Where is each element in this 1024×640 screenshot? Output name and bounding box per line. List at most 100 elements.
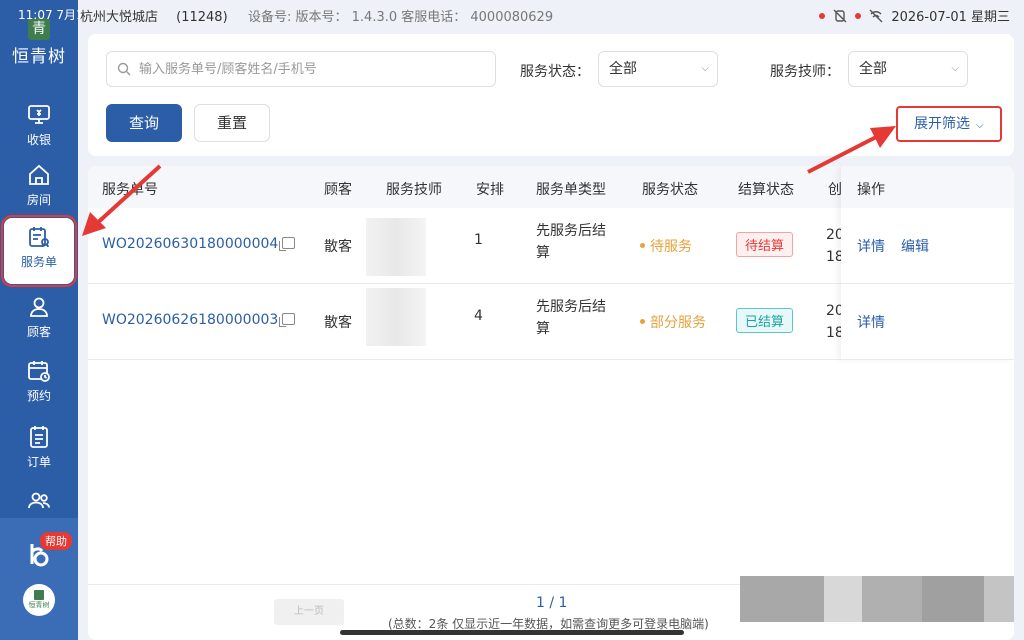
technician-select-value: 全部 (859, 61, 887, 77)
status-badge: 待结算 (736, 232, 794, 257)
sidebar-item-customer[interactable]: 顾客 (4, 288, 74, 354)
technician-redacted (366, 218, 426, 276)
sidebar-item-label: 服务单 (20, 255, 57, 269)
mute-icon (833, 9, 847, 22)
detail-link[interactable]: 详情 (857, 312, 885, 332)
status-bar: 11:07 7月1 杭州大悦城店 (11248) 设备号: 版本号： 1.4.3… (0, 0, 1024, 30)
expand-filter-button[interactable]: 展开筛选 ⌵ (896, 106, 1002, 142)
status-cell: 部分服务 (640, 312, 706, 332)
sidebar-item-label: 预约 (26, 389, 51, 403)
status-dot (640, 243, 645, 248)
type-cell: 先服务后结算 (536, 296, 606, 340)
status-dot (640, 319, 645, 324)
staff-icon (28, 492, 50, 509)
service-order-table: 服务单号 顾客 服务技师 安排 服务单类型 服务状态 结算状态 创 WO2026… (88, 166, 1014, 640)
customer-icon (30, 297, 48, 317)
cashier-icon (28, 105, 50, 124)
sidebar-item-appointment[interactable]: 预约 (4, 352, 74, 418)
technician-redacted (366, 288, 426, 346)
redacted-block (740, 576, 824, 622)
brand-name: 恒青树 (12, 47, 66, 67)
page-indicator: 1 / 1 (536, 595, 568, 611)
status-badge: 已结算 (736, 308, 794, 333)
store-name: 杭州大悦城店 (80, 10, 159, 25)
sidebar-item-label: 房间 (26, 193, 51, 207)
chevron-down-icon: ⌵ (976, 120, 984, 131)
sidebar-item-service-order[interactable]: 服务单 (1, 215, 77, 287)
copy-icon[interactable] (279, 313, 296, 327)
calendar-icon (28, 361, 50, 382)
edit-link[interactable]: 编辑 (901, 236, 929, 256)
time-text: 11:07 (18, 8, 53, 22)
store-code: (11248) (176, 10, 228, 25)
search-box[interactable] (106, 51, 496, 87)
header-type: 服务单类型 (536, 182, 606, 198)
notification-dot-2 (855, 12, 862, 19)
footer-brand-avatar: 恒青树 (23, 584, 55, 616)
expand-filter-label: 展开筛选 (914, 116, 970, 132)
footer-brand-mark (34, 590, 44, 600)
customer-cell: 散客 (324, 315, 352, 331)
row-divider (841, 283, 1014, 284)
status-cell: 待服务 (640, 236, 692, 256)
status-right: 2026-07-01 星期三 (819, 6, 1010, 25)
header-status: 服务状态 (642, 182, 698, 198)
help-badge[interactable]: 帮助 (40, 532, 72, 550)
sidebar-item-cashier[interactable]: 收银 (4, 96, 74, 162)
redacted-block (824, 576, 862, 622)
header-customer: 顾客 (324, 182, 352, 198)
query-button[interactable]: 查询 (106, 104, 182, 142)
type-line-1: 先服务后结 (536, 223, 606, 239)
home-icon (29, 164, 49, 185)
annotation-arrow-right (807, 126, 896, 174)
type-cell: 先服务后结算 (536, 220, 606, 264)
operations-column: 操作 详情 编辑 详情 (841, 166, 1014, 360)
status-text: 部分服务 (650, 315, 706, 331)
type-line-2: 算 (536, 321, 550, 337)
arrange-cell: 4 (474, 308, 483, 324)
redacted-block (984, 576, 1014, 622)
sidebar: 青 恒青树 收银 房间 服务单 顾客 预约 订单 帮助 恒青树 (0, 0, 78, 640)
redacted-block (862, 576, 922, 622)
store-info: 杭州大悦城店 (11248) (80, 6, 228, 25)
sidebar-item-label: 顾客 (26, 325, 51, 339)
customer-cell: 散客 (324, 239, 352, 255)
order-number-text[interactable]: WO20260626180000003 (102, 312, 278, 328)
status-text: 待服务 (650, 239, 692, 255)
prev-page-button[interactable]: 上一页 (274, 599, 344, 625)
chevron-down-icon: ⌵ (701, 63, 709, 74)
technician-select[interactable]: 全部 ⌵ (848, 51, 968, 87)
header-arrange: 安排 (476, 182, 504, 198)
chevron-down-icon: ⌵ (951, 63, 959, 74)
sidebar-item-room[interactable]: 房间 (4, 156, 74, 222)
status-select[interactable]: 全部 ⌵ (598, 51, 718, 87)
detail-link[interactable]: 详情 (857, 236, 885, 256)
order-number[interactable]: WO20260626180000003 (102, 312, 296, 328)
help-area: 帮助 恒青树 (0, 518, 78, 640)
sidebar-item-label: 收银 (26, 133, 51, 147)
search-input[interactable] (139, 61, 479, 77)
arrange-cell: 1 (474, 232, 483, 248)
status-select-value: 全部 (609, 61, 637, 77)
sidebar-item-orders[interactable]: 订单 (4, 418, 74, 484)
sidebar-item-label: 订单 (26, 455, 51, 469)
row-divider (841, 359, 1014, 360)
wifi-off-icon (869, 9, 883, 22)
search-icon (117, 62, 131, 76)
annotation-arrow-left (82, 164, 162, 236)
device-info: 设备号: 版本号： 1.4.3.0 客服电话： 4000080629 (248, 10, 554, 25)
copy-icon[interactable] (279, 237, 296, 251)
redacted-block (922, 576, 984, 622)
status-filter-label: 服务状态： (520, 64, 590, 80)
header-operations: 操作 (857, 182, 885, 198)
footer-brand-name: 恒青树 (28, 601, 50, 609)
notification-dot (819, 12, 826, 19)
header-settle: 结算状态 (738, 182, 794, 198)
settle-cell: 待结算 (736, 232, 794, 257)
service-order-icon (29, 227, 49, 248)
reset-button[interactable]: 重置 (194, 104, 270, 142)
settle-cell: 已结算 (736, 308, 794, 333)
home-indicator (340, 630, 684, 635)
date-time: 2026-07-01 星期三 (891, 10, 1010, 25)
technician-filter-label: 服务技师： (770, 64, 840, 80)
